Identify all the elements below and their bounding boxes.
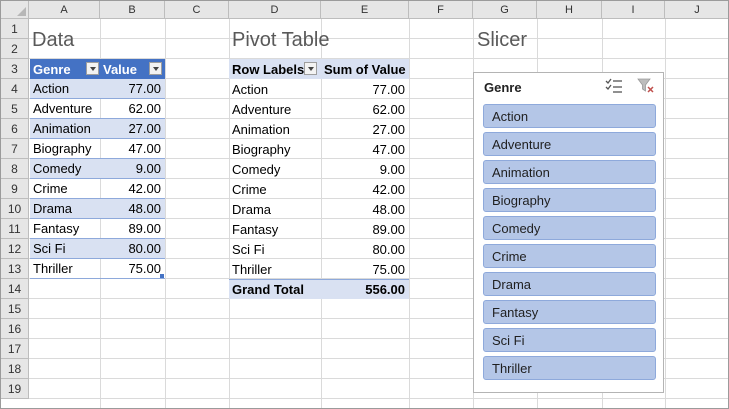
genre-cell[interactable]: Thriller — [30, 259, 100, 279]
pivot-title: Pivot Table — [232, 29, 330, 51]
row-header[interactable]: 1 — [1, 19, 29, 39]
row-header[interactable]: 9 — [1, 179, 29, 199]
value-cell[interactable]: 42.00 — [100, 179, 165, 199]
multi-select-icon[interactable] — [605, 78, 623, 94]
row-labels-filter-button[interactable] — [304, 62, 317, 75]
value-cell[interactable]: 9.00 — [100, 159, 165, 179]
row-header[interactable]: 12 — [1, 239, 29, 259]
genre-cell[interactable]: Fantasy — [30, 219, 100, 239]
table-resize-handle[interactable] — [160, 274, 164, 278]
pivot-row-value[interactable]: 80.00 — [321, 239, 409, 259]
pivot-row-label[interactable]: Thriller — [229, 259, 321, 279]
slicer-title: Slicer — [477, 29, 528, 51]
pivot-row-value[interactable]: 89.00 — [321, 219, 409, 239]
column-header[interactable]: F — [409, 1, 473, 19]
value-filter-button[interactable] — [149, 62, 162, 75]
grand-total-value[interactable]: 556.00 — [321, 279, 409, 299]
value-cell[interactable]: 77.00 — [100, 79, 165, 99]
row-header[interactable]: 2 — [1, 39, 29, 59]
column-header[interactable]: J — [665, 1, 728, 19]
row-header[interactable]: 18 — [1, 359, 29, 379]
pivot-row-label[interactable]: Adventure — [229, 99, 321, 119]
gridline — [29, 398, 728, 399]
column-header[interactable]: D — [229, 1, 321, 19]
column-header[interactable]: H — [537, 1, 602, 19]
slicer-item[interactable]: Action — [483, 104, 656, 128]
pivot-row-value[interactable]: 47.00 — [321, 139, 409, 159]
genre-slicer[interactable]: Genre Action Adventure Animation Biography C… — [473, 72, 664, 393]
value-cell[interactable]: 80.00 — [100, 239, 165, 259]
pivot-row-value[interactable]: 9.00 — [321, 159, 409, 179]
genre-cell[interactable]: Animation — [30, 119, 100, 139]
row-header[interactable]: 10 — [1, 199, 29, 219]
column-header[interactable]: B — [100, 1, 165, 19]
row-header[interactable]: 14 — [1, 279, 29, 299]
pivot-row-value[interactable]: 42.00 — [321, 179, 409, 199]
row-header[interactable]: 7 — [1, 139, 29, 159]
grand-total-label[interactable]: Grand Total — [229, 279, 321, 299]
column-header[interactable]: E — [321, 1, 409, 19]
row-header[interactable]: 6 — [1, 119, 29, 139]
pivot-row-label[interactable]: Crime — [229, 179, 321, 199]
select-all-corner[interactable] — [1, 1, 29, 19]
pivot-row-label[interactable]: Sci Fi — [229, 239, 321, 259]
clear-filter-icon[interactable] — [637, 78, 655, 94]
pivot-row-value[interactable]: 77.00 — [321, 79, 409, 99]
column-header[interactable]: G — [473, 1, 537, 19]
slicer-header: Genre — [484, 80, 522, 95]
genre-cell[interactable]: Adventure — [30, 99, 100, 119]
pivot-row-label[interactable]: Comedy — [229, 159, 321, 179]
pivot-row-label[interactable]: Drama — [229, 199, 321, 219]
slicer-item[interactable]: Comedy — [483, 216, 656, 240]
row-header[interactable]: 16 — [1, 319, 29, 339]
row-header[interactable]: 3 — [1, 59, 29, 79]
genre-cell[interactable]: Action — [30, 79, 100, 99]
row-header[interactable]: 4 — [1, 79, 29, 99]
pivot-row-value[interactable]: 75.00 — [321, 259, 409, 279]
row-header[interactable]: 17 — [1, 339, 29, 359]
column-header[interactable]: C — [165, 1, 229, 19]
value-cell[interactable]: 47.00 — [100, 139, 165, 159]
sum-of-value-header-cell[interactable]: Sum of Value — [321, 59, 409, 79]
value-cell[interactable]: 62.00 — [100, 99, 165, 119]
value-cell[interactable]: 27.00 — [100, 119, 165, 139]
slicer-item[interactable]: Crime — [483, 244, 656, 268]
row-header[interactable]: 15 — [1, 299, 29, 319]
spreadsheet: ABCDEFGHIJ 1 2 3 4 5 6 7 8 9 10 11 12 13 14 15 16 17 18 19… — [0, 0, 729, 409]
row-header[interactable]: 8 — [1, 159, 29, 179]
slicer-item[interactable]: Sci Fi — [483, 328, 656, 352]
row-header[interactable]: 13 — [1, 259, 29, 279]
row-header[interactable]: 5 — [1, 99, 29, 119]
pivot-row-label[interactable]: Animation — [229, 119, 321, 139]
genre-cell[interactable]: Sci Fi — [30, 239, 100, 259]
genre-cell[interactable]: Drama — [30, 199, 100, 219]
gridline — [29, 38, 728, 39]
pivot-row-label[interactable]: Biography — [229, 139, 321, 159]
genre-cell[interactable]: Comedy — [30, 159, 100, 179]
genre-filter-button[interactable] — [86, 62, 99, 75]
value-cell[interactable]: 75.00 — [100, 259, 165, 279]
genre-cell[interactable]: Crime — [30, 179, 100, 199]
column-header[interactable]: A — [29, 1, 100, 19]
value-cell[interactable]: 48.00 — [100, 199, 165, 219]
slicer-item[interactable]: Biography — [483, 188, 656, 212]
pivot-row-label[interactable]: Action — [229, 79, 321, 99]
pivot-row-value[interactable]: 27.00 — [321, 119, 409, 139]
pivot-row-value[interactable]: 62.00 — [321, 99, 409, 119]
genre-cell[interactable]: Biography — [30, 139, 100, 159]
pivot-row-value[interactable]: 48.00 — [321, 199, 409, 219]
slicer-item[interactable]: Animation — [483, 160, 656, 184]
slicer-item[interactable]: Fantasy — [483, 300, 656, 324]
row-header[interactable]: 11 — [1, 219, 29, 239]
column-header[interactable]: I — [602, 1, 665, 19]
slicer-item[interactable]: Thriller — [483, 356, 656, 380]
value-cell[interactable]: 89.00 — [100, 219, 165, 239]
data-title: Data — [32, 29, 75, 51]
slicer-item[interactable]: Drama — [483, 272, 656, 296]
pivot-row-label[interactable]: Fantasy — [229, 219, 321, 239]
slicer-item[interactable]: Adventure — [483, 132, 656, 156]
row-header[interactable]: 19 — [1, 379, 29, 399]
